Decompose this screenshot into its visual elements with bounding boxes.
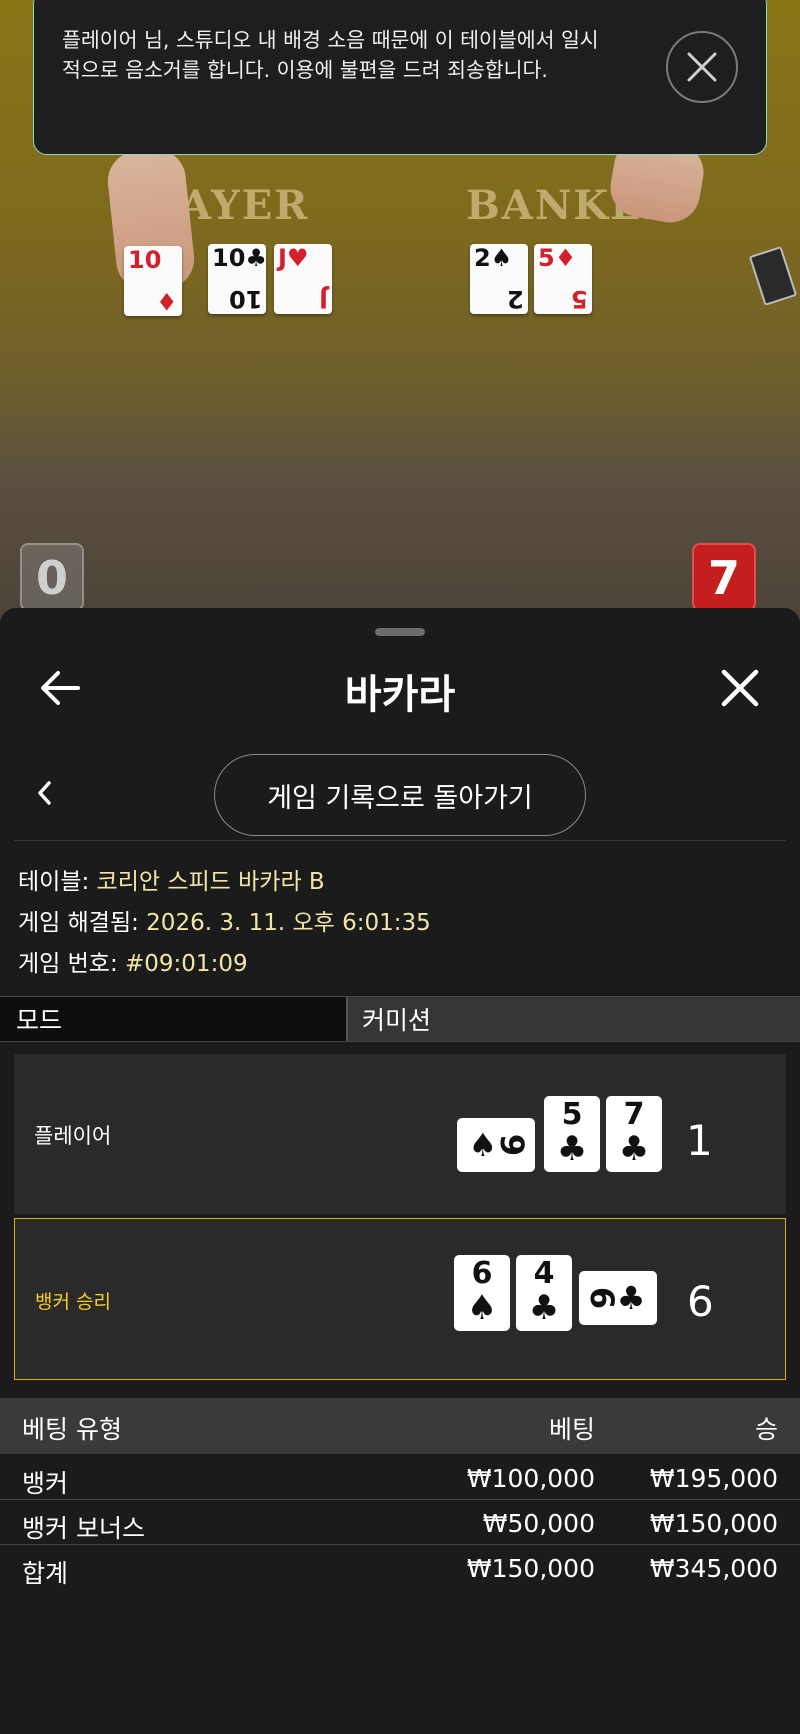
- game-history-sheet: 바카라 게임 기록으로 돌아가기 테이블: 코리안 스피드 바카라 B 게임 해…: [0, 608, 800, 1734]
- game-number-value: #09:01:09: [125, 951, 248, 977]
- bet-type: 뱅커 보너스: [22, 1514, 145, 1543]
- card-shoe: [748, 246, 798, 306]
- resolved-info-label: 게임 해결됨:: [18, 910, 147, 936]
- table-card-player-1: 10 ♦: [124, 246, 182, 316]
- game-number-label: 게임 번호:: [18, 951, 126, 977]
- notification-close-button[interactable]: [666, 31, 738, 103]
- notification-message: 플레이어 님, 스튜디오 내 배경 소음 때문에 이 테이블에서 일시적으로 음…: [62, 28, 599, 82]
- banker-score-tile: 7: [692, 543, 756, 611]
- game-number-info: 게임 번호: #09:01:09: [18, 944, 248, 978]
- sheet-title: 바카라: [344, 672, 456, 718]
- banker-card-2: 4 ♣: [516, 1255, 572, 1331]
- card-rank: 6: [471, 1256, 493, 1291]
- table-card-banker-1: 2♠ 2: [470, 244, 528, 314]
- player-result-label: 플레이어: [34, 1124, 112, 1148]
- total-win: ₩345,000: [649, 1554, 778, 1583]
- total-row: 합계 ₩150,000 ₩345,000: [0, 1546, 800, 1590]
- bets-table-header: 베팅 유형 베팅 승: [0, 1398, 800, 1454]
- header-bet-type: 베팅 유형: [22, 1415, 122, 1444]
- resolved-info: 게임 해결됨: 2026. 3. 11. 오후 6:01:35: [18, 903, 431, 937]
- player-card-3: 7 ♣: [606, 1096, 662, 1172]
- sheet-drag-handle[interactable]: [375, 628, 425, 636]
- card-suit: ♠: [466, 1288, 498, 1328]
- card-suit: ♣: [556, 1129, 588, 1169]
- close-sheet-button[interactable]: [718, 666, 762, 710]
- history-nav-row: 게임 기록으로 돌아가기: [0, 748, 800, 840]
- win-amount: ₩195,000: [649, 1464, 778, 1493]
- divider: [14, 840, 786, 841]
- close-icon: [687, 52, 717, 82]
- header-win: 승: [754, 1415, 778, 1444]
- table-row: 뱅커 보너스 ₩50,000 ₩150,000: [0, 1501, 800, 1545]
- header-bet: 베팅: [548, 1415, 595, 1444]
- table-card-banker-2: 5♦ 5: [534, 244, 592, 314]
- card-rank: 7: [623, 1097, 645, 1132]
- total-label: 합계: [22, 1559, 69, 1588]
- player-card-2: 5 ♣: [544, 1096, 600, 1172]
- mute-notification: 플레이어 님, 스튜디오 내 배경 소음 때문에 이 테이블에서 일시적으로 음…: [33, 0, 767, 155]
- card-rank: 9: [493, 1133, 532, 1157]
- resolved-info-value: 2026. 3. 11. 오후 6:01:35: [146, 910, 431, 936]
- banker-card-3: 6 ♣: [579, 1271, 657, 1325]
- bet-amount: ₩100,000: [466, 1464, 595, 1493]
- bet-amount: ₩50,000: [482, 1509, 595, 1538]
- chevron-left-icon: [38, 781, 51, 805]
- banker-total: 6: [687, 1277, 714, 1326]
- mode-value: 커미션: [348, 997, 800, 1041]
- banker-result: 뱅커 승리 6 ♠ 4 ♣ 6 ♣ 6: [14, 1218, 786, 1380]
- banker-card-1: 6 ♠: [454, 1255, 510, 1331]
- card-rank: 5: [561, 1097, 583, 1132]
- table-info-label: 테이블:: [18, 869, 97, 895]
- player-total: 1: [686, 1116, 713, 1165]
- player-card-1: ♠ 9: [457, 1118, 535, 1172]
- back-to-history-button[interactable]: 게임 기록으로 돌아가기: [214, 754, 586, 836]
- card-suit: ♣: [528, 1288, 560, 1328]
- card-rank: 4: [533, 1256, 555, 1291]
- close-icon: [721, 669, 759, 707]
- table-row: 뱅커 ₩100,000 ₩195,000: [0, 1456, 800, 1500]
- total-bet: ₩150,000: [466, 1554, 595, 1583]
- table-card-player-2: 10♣ 10: [208, 244, 267, 314]
- card-suit: ♣: [618, 1129, 650, 1169]
- card-rank: 6: [582, 1286, 621, 1310]
- table-info: 테이블: 코리안 스피드 바카라 B: [18, 862, 325, 896]
- mode-row: 모드 커미션: [0, 996, 800, 1042]
- player-result: 플레이어 ♠ 9 5 ♣ 7 ♣ 1: [14, 1054, 786, 1214]
- win-amount: ₩150,000: [649, 1509, 778, 1538]
- table-card-player-3: J♥ J: [274, 244, 332, 314]
- previous-game-button[interactable]: [28, 776, 62, 810]
- bet-type: 뱅커: [22, 1469, 69, 1498]
- table-info-value: 코리안 스피드 바카라 B: [96, 869, 325, 895]
- sheet-header: 바카라: [0, 648, 800, 728]
- mode-label: 모드: [0, 997, 348, 1041]
- player-score-tile: 0: [20, 543, 84, 611]
- banker-result-label: 뱅커 승리: [35, 1291, 111, 1313]
